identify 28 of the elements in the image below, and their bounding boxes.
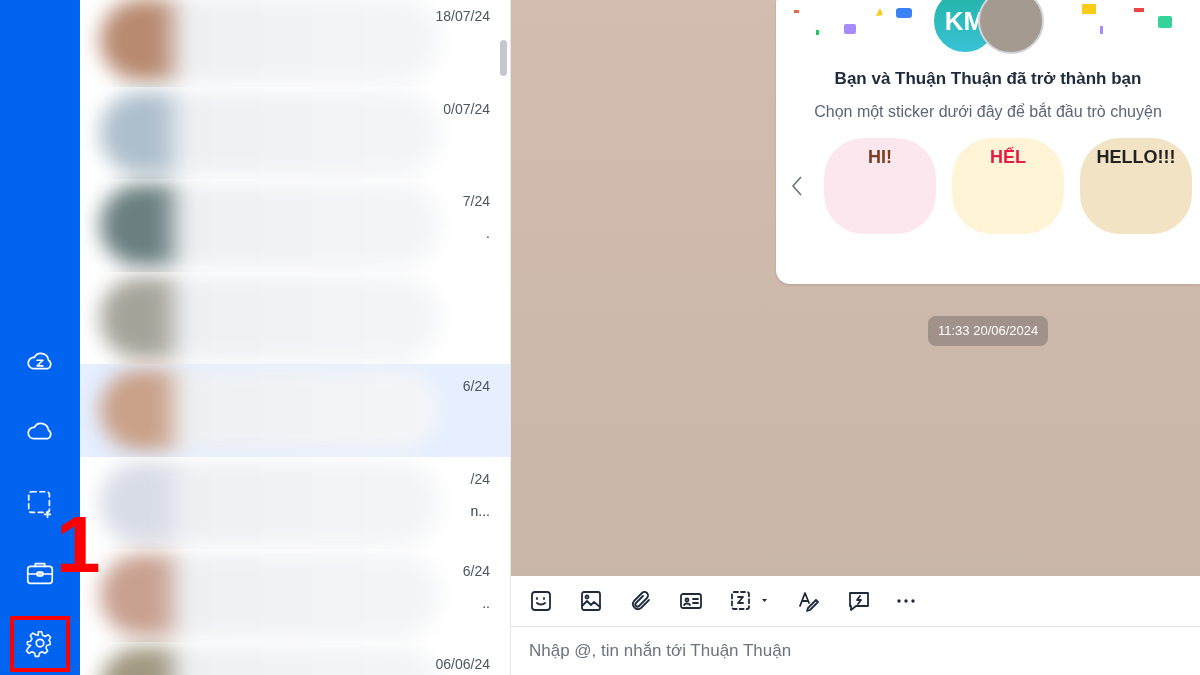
- image-icon: [579, 589, 603, 613]
- lightning-message-icon: [847, 589, 871, 613]
- scrollbar-thumb[interactable]: [500, 40, 507, 76]
- avatar-photo: [978, 0, 1044, 54]
- more-icon: [897, 599, 915, 603]
- conversation-date: 06/06/24: [435, 654, 490, 674]
- timestamp: 11:33 20/06/2024: [928, 316, 1049, 346]
- conversation-date: /24: [470, 469, 490, 489]
- message-input[interactable]: Nhập @, tin nhắn tới Thuận Thuận: [529, 636, 1169, 666]
- sticker-icon: [529, 589, 553, 613]
- conversation-date: 6/24: [462, 562, 490, 581]
- message-preview: ..: [482, 594, 490, 613]
- message-preview: n...: [470, 501, 490, 521]
- sticker[interactable]: HI!: [824, 137, 936, 234]
- conversation-date: 0/07/24: [443, 99, 490, 119]
- conversation-date: 18/07/24: [435, 7, 490, 26]
- settings-button[interactable]: [10, 616, 70, 672]
- text-pen-icon: [797, 589, 821, 613]
- conversation-date: 6/24: [462, 377, 490, 396]
- sticker[interactable]: HẾL: [952, 137, 1064, 234]
- sticker[interactable]: HELLO!!!: [1080, 137, 1192, 234]
- conversation-date: 7/24: [462, 192, 490, 211]
- conversation-row[interactable]: 6/24: [80, 364, 510, 457]
- card-title: Bạn và Thuận Thuận đã trở thành bạn: [834, 68, 1142, 90]
- message-preview: .: [486, 224, 490, 243]
- paperclip-icon: [629, 589, 653, 613]
- chevron-left-icon: [791, 174, 803, 197]
- card-subtitle: Chọn một sticker dưới đây để bắt đầu trò chuyện: [814, 101, 1162, 122]
